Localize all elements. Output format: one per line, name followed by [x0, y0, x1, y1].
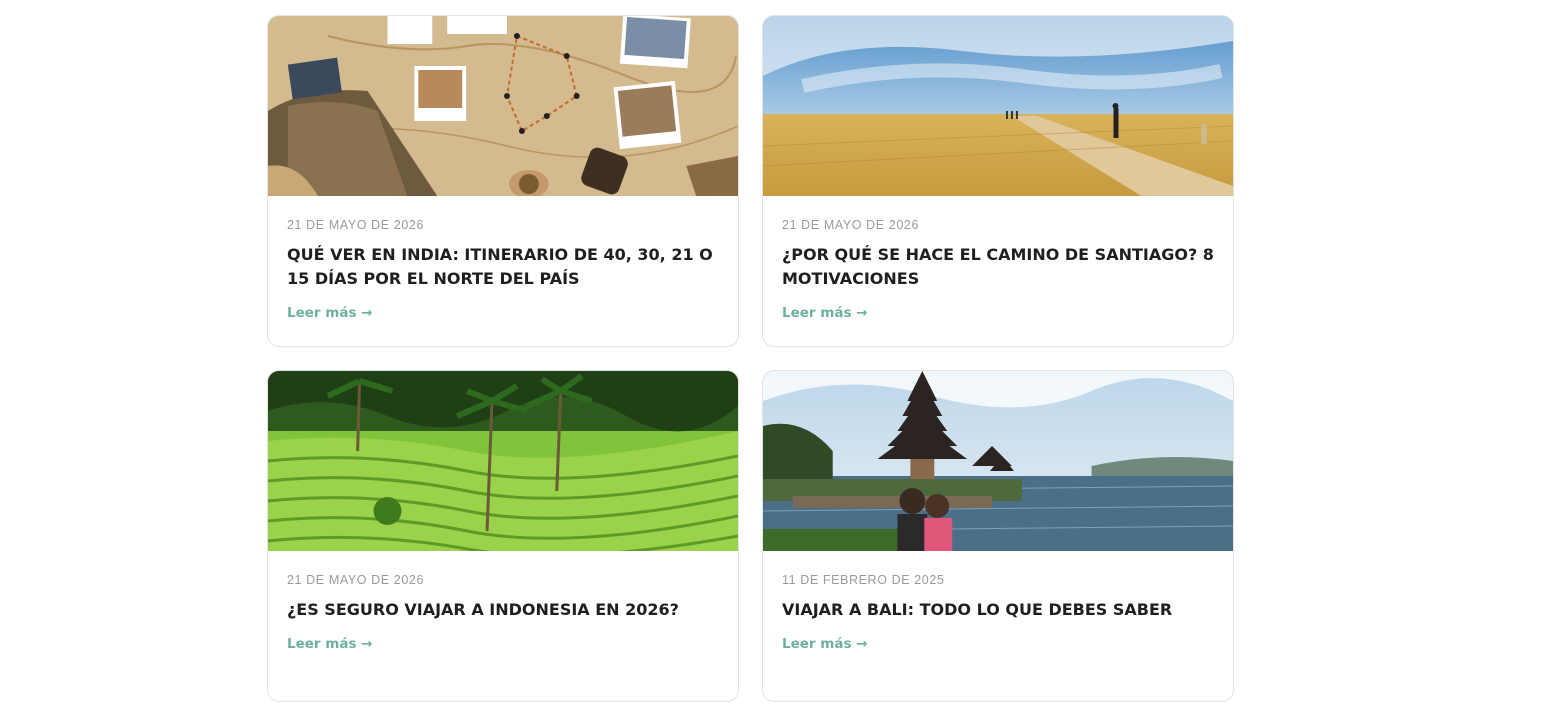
post-title[interactable]: ¿ES SEGURO VIAJAR A INDONESIA EN 2026?: [287, 598, 719, 622]
post-date: 21 DE MAYO DE 2026: [287, 573, 425, 587]
post-card: 11 DE FEBRERO DE 2025 VIAJAR A BALI: TOD…: [762, 370, 1234, 702]
post-title[interactable]: ¿POR QUÉ SE HACE EL CAMINO DE SANTIAGO? …: [782, 243, 1214, 291]
post-image-camino-field[interactable]: [763, 16, 1233, 196]
read-more-link[interactable]: Leer más →: [782, 636, 868, 652]
post-date: 21 DE MAYO DE 2026: [287, 218, 425, 232]
post-card: 21 DE MAYO DE 2026 QUÉ VER EN INDIA: ITI…: [267, 15, 739, 347]
post-image-rice-terraces[interactable]: [268, 371, 738, 551]
post-image-india-map[interactable]: [268, 16, 738, 196]
read-more-link[interactable]: Leer más →: [287, 636, 373, 652]
post-card: 21 DE MAYO DE 2026 ¿ES SEGURO VIAJAR A I…: [267, 370, 739, 702]
read-more-link[interactable]: Leer más →: [287, 305, 373, 321]
read-more-link[interactable]: Leer más →: [782, 305, 868, 321]
post-date: 21 DE MAYO DE 2026: [782, 218, 920, 232]
post-card: 21 DE MAYO DE 2026 ¿POR QUÉ SE HACE EL C…: [762, 15, 1234, 347]
blog-post-grid: 21 DE MAYO DE 2026 QUÉ VER EN INDIA: ITI…: [267, 15, 1234, 702]
post-date: 11 DE FEBRERO DE 2025: [782, 573, 945, 587]
post-title[interactable]: QUÉ VER EN INDIA: ITINERARIO DE 40, 30, …: [287, 243, 719, 291]
post-image-bali-temple[interactable]: [763, 371, 1233, 551]
post-title[interactable]: VIAJAR A BALI: TODO LO QUE DEBES SABER: [782, 598, 1214, 622]
